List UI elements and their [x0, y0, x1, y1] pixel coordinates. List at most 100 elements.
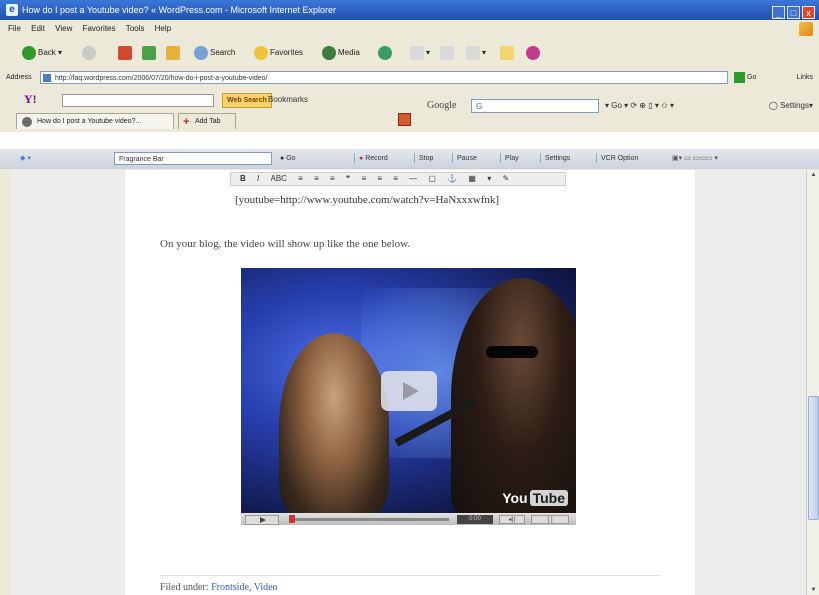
stop-record-button[interactable]: Stop	[410, 152, 433, 166]
browser-window: e How do I post a Youtube video? « WordP…	[0, 0, 819, 595]
media-button[interactable]: Media	[322, 45, 360, 61]
view-mode-icon[interactable]: ▣▾ ▭ ▭▭▭ ▾	[672, 152, 718, 166]
home-button[interactable]	[166, 45, 182, 61]
menu-bar: File Edit View Favorites Tools Help	[0, 20, 819, 38]
yahoo-search-input[interactable]	[62, 94, 214, 107]
ie-icon: e	[6, 4, 18, 16]
align-center-button[interactable]: ≡	[377, 174, 382, 183]
time-display: 0:00	[457, 515, 493, 524]
print-icon	[440, 45, 454, 60]
refresh-button[interactable]	[142, 45, 158, 61]
youtube-logo[interactable]: You Tube	[502, 490, 568, 506]
outdent-button[interactable]: ≡	[330, 174, 335, 183]
align-right-button[interactable]: ≡	[393, 174, 398, 183]
bold-button[interactable]: B	[240, 174, 246, 183]
post-paragraph: On your blog, the video will show up lik…	[160, 238, 411, 250]
standard-toolbar: Back ▾ Search Favorites Media ▾ ▾	[0, 38, 819, 68]
go-button[interactable]: Go	[734, 71, 764, 84]
close-tab-icon[interactable]	[398, 113, 411, 126]
page-icon	[22, 117, 32, 127]
menu-file[interactable]: File	[8, 24, 21, 33]
back-button[interactable]: Back ▾	[22, 45, 62, 61]
mail-icon	[410, 45, 424, 60]
italic-button[interactable]: I	[257, 174, 259, 183]
search-button[interactable]: Search	[194, 45, 235, 61]
menu-view[interactable]: View	[55, 24, 72, 33]
player-play-button[interactable]	[245, 515, 279, 525]
progress-handle[interactable]	[289, 515, 295, 523]
google-go-button[interactable]: ▾ Go ▾ ⟳ ⊕ ▯ ▾ ✩ ▾	[605, 101, 674, 110]
vertical-scrollbar[interactable]: ▲ ▼	[806, 170, 819, 595]
ordered-list-button[interactable]: ≡	[314, 174, 319, 183]
recorder-logo: ◆ ▾	[20, 155, 31, 162]
play-button[interactable]: Play	[496, 152, 519, 166]
recorder-toolbar: ◆ ▾ Fragrance Bar ● Go ● Record Stop Pau…	[0, 149, 819, 169]
strike-button[interactable]: ABC	[270, 174, 286, 183]
forward-button[interactable]	[82, 45, 98, 61]
recorder-dropdown[interactable]: Fragrance Bar	[114, 152, 272, 165]
youtube-video-player[interactable]: You Tube 0:00 ◂)) [ ]	[241, 268, 576, 525]
blank-toolbar-row	[0, 132, 819, 149]
youtube-shortcode: [youtube=http://www.youtube.com/watch?v=…	[235, 194, 500, 206]
bookmarks-button[interactable]: Bookmarks	[268, 93, 308, 106]
align-left-button[interactable]: ≡	[361, 174, 366, 183]
google-settings-button[interactable]: ◯ Settings▾	[769, 101, 813, 110]
sunglasses	[486, 346, 538, 358]
stop-button[interactable]	[118, 45, 134, 61]
go-arrow-icon	[734, 71, 745, 83]
edit-icon	[466, 45, 480, 60]
media-icon	[322, 45, 336, 60]
messenger-icon	[526, 45, 540, 60]
edit-html-button[interactable]: ✎	[502, 174, 509, 183]
pause-button[interactable]: Pause	[448, 152, 477, 166]
address-input[interactable]: http://faq.wordpress.com/2006/07/20/how-…	[40, 71, 728, 84]
menu-help[interactable]: Help	[155, 24, 171, 33]
more-button[interactable]: ▾	[487, 174, 491, 183]
play-overlay-icon[interactable]	[381, 371, 437, 411]
record-button[interactable]: ● Record	[350, 152, 388, 166]
edit-button[interactable]: ▾	[466, 45, 486, 61]
web-search-button[interactable]: Web Search	[222, 93, 272, 108]
category-links[interactable]: Frontside, Video	[211, 582, 277, 593]
scrollbar-thumb[interactable]	[808, 396, 819, 520]
video-frame[interactable]: You Tube	[241, 268, 576, 513]
mail-button[interactable]: ▾	[410, 45, 430, 61]
progress-bar[interactable]	[289, 518, 449, 521]
plus-icon: +	[183, 116, 190, 128]
table-button[interactable]: ▦	[468, 174, 476, 183]
scroll-down-icon[interactable]: ▼	[808, 585, 819, 595]
yahoo-logo[interactable]: Y!	[24, 92, 37, 107]
fullscreen-button[interactable]: [ ]	[531, 515, 569, 524]
image-button[interactable]: ▢	[428, 174, 436, 183]
maximize-button[interactable]: □	[787, 6, 800, 19]
close-button[interactable]: x	[802, 6, 815, 19]
volume-button[interactable]: ◂))	[499, 515, 525, 524]
vcr-option-button[interactable]: VCR Option	[592, 152, 638, 166]
search-icon	[194, 45, 208, 60]
print-button[interactable]	[440, 45, 456, 61]
menu-favorites[interactable]: Favorites	[83, 24, 116, 33]
favorites-button[interactable]: Favorites	[254, 45, 303, 61]
anchor-button[interactable]: ⚓	[447, 174, 457, 183]
page-icon	[43, 74, 51, 82]
list-button[interactable]: ≡	[298, 174, 303, 183]
messenger-button[interactable]	[526, 45, 542, 61]
menu-edit[interactable]: Edit	[31, 24, 45, 33]
google-toolbar: Google G ▾ Go ▾ ⟳ ⊕ ▯ ▾ ✩ ▾ ◯ Settings▾	[415, 88, 819, 132]
blockquote-button[interactable]: ❝	[346, 174, 350, 183]
forward-arrow-icon	[82, 45, 96, 60]
scroll-up-icon[interactable]: ▲	[808, 170, 819, 180]
google-search-input[interactable]: G	[471, 99, 599, 113]
tab-active[interactable]: How do I post a Youtube video?...	[16, 113, 174, 129]
menu-tools[interactable]: Tools	[126, 24, 145, 33]
history-button[interactable]	[378, 45, 394, 61]
recorder-settings-button[interactable]: Settings	[536, 152, 570, 166]
minimize-button[interactable]: _	[772, 6, 785, 19]
add-tab-button[interactable]: + Add Tab	[178, 113, 236, 129]
windows-logo-icon	[799, 22, 813, 36]
links-button[interactable]: Links	[797, 68, 813, 88]
folder-button[interactable]	[500, 45, 516, 61]
recorder-go-button[interactable]: ● Go	[280, 152, 296, 166]
singer-left	[279, 333, 389, 513]
hr-button[interactable]: —	[409, 174, 417, 183]
